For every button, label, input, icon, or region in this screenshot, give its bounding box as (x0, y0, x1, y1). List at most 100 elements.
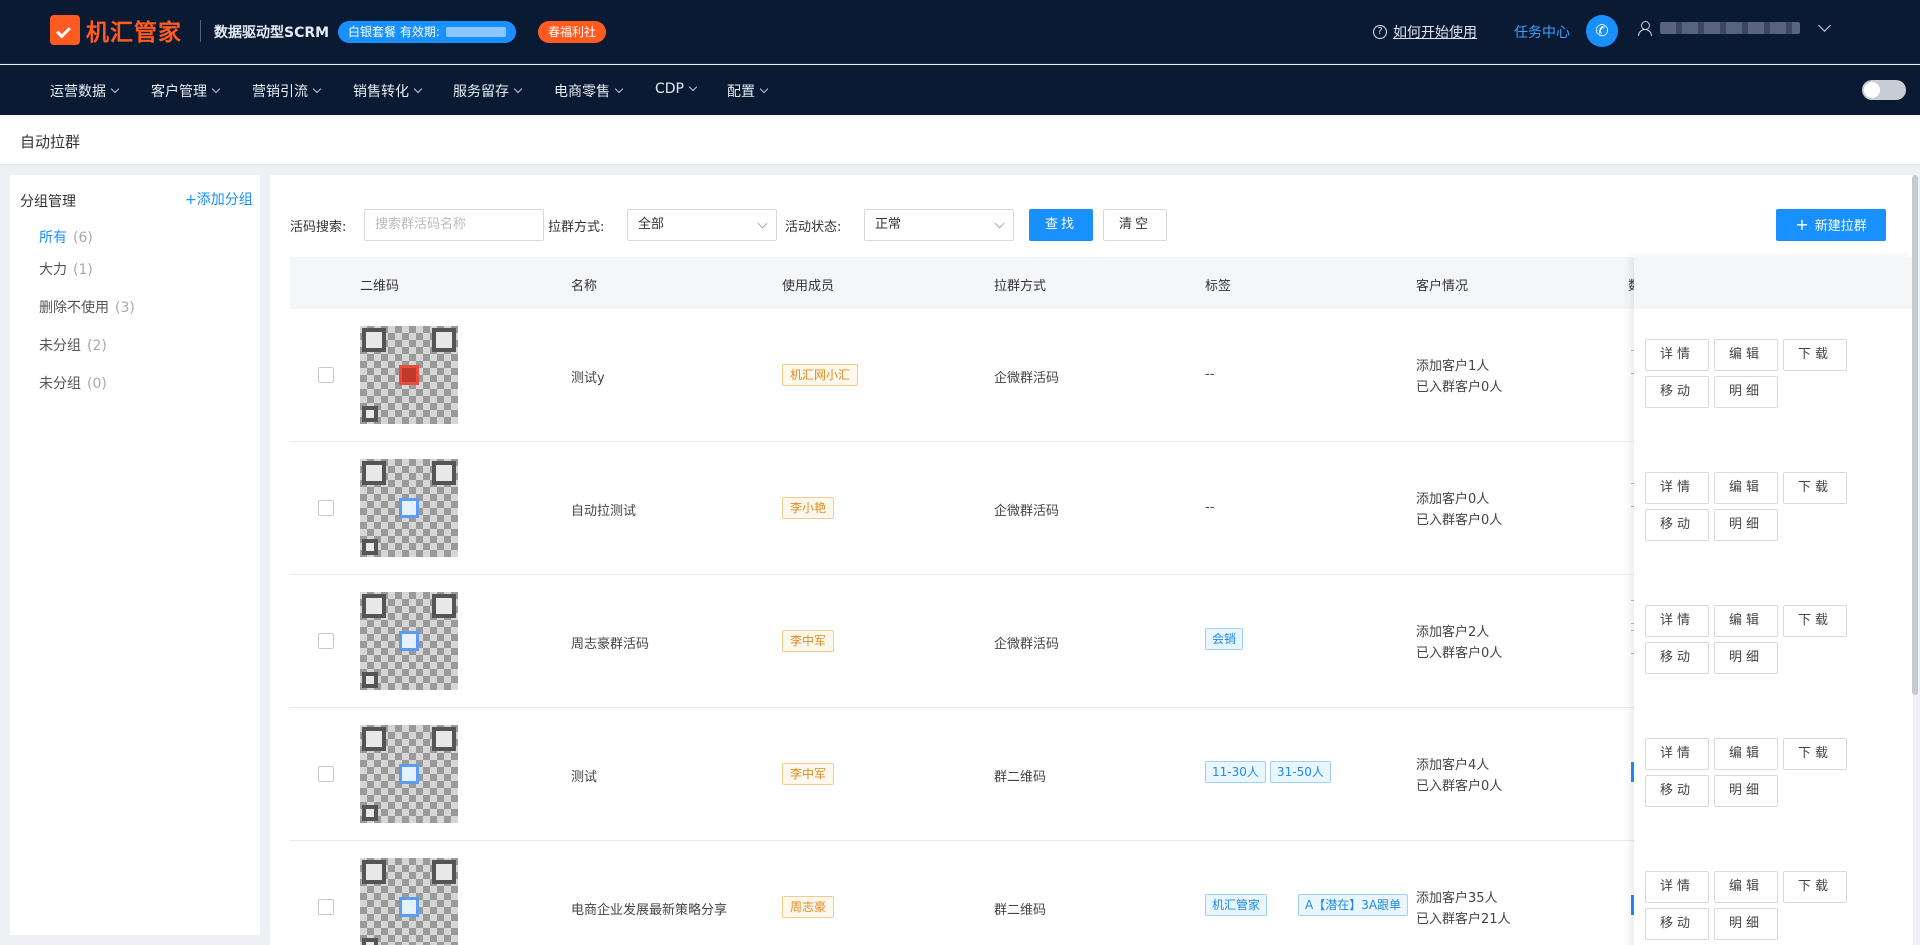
nav-item-ecommerce[interactable]: 电商零售 (554, 81, 624, 101)
main-panel: 活码搜索: 搜索群活码名称 拉群方式: 全部 活动状态: 正常 查找 清空 + 新… (270, 175, 1913, 945)
download-button[interactable]: 下载 (1783, 339, 1847, 371)
status-select[interactable]: 正常 (864, 209, 1014, 241)
group-panel: 分组管理 +添加分组 所有 (6) 大力 (1) 删除不使用 (3) 未分组 (2) 未… (10, 175, 260, 935)
chevron-down-icon (312, 84, 322, 94)
edit-button[interactable]: 编辑 (1714, 605, 1778, 637)
new-button-label: 新建拉群 (1814, 219, 1867, 234)
chevron-down-icon (513, 84, 523, 94)
added-count: 添加客户0人 (1416, 492, 1490, 507)
group-name: 大力 (39, 262, 67, 278)
nav-item-cdp[interactable]: CDP (655, 81, 698, 97)
breakdown-button[interactable]: 明细 (1714, 775, 1778, 807)
move-button[interactable]: 移动 (1645, 376, 1709, 408)
group-item-all[interactable]: 所有 (6) (39, 227, 93, 247)
row-name: 测试 (571, 770, 598, 785)
breakdown-button[interactable]: 明细 (1714, 908, 1778, 940)
row-name: 测试y (571, 371, 605, 386)
row-checkbox[interactable] (318, 500, 334, 516)
move-button[interactable]: 移动 (1645, 908, 1709, 940)
row-name: 自动拉测试 (571, 504, 637, 519)
breakdown-button[interactable]: 明细 (1714, 509, 1778, 541)
member-badge: 李小艳 (782, 497, 835, 519)
move-button[interactable]: 移动 (1645, 642, 1709, 674)
joined-count: 已入群客户0人 (1416, 779, 1503, 794)
welfare-badge[interactable]: 春福利社 (538, 21, 607, 43)
joined-count: 已入群客户0人 (1416, 513, 1503, 528)
edit-button[interactable]: 编辑 (1714, 871, 1778, 903)
new-group-button[interactable]: + 新建拉群 (1776, 209, 1886, 241)
task-center-link[interactable]: 任务中心 (1514, 22, 1570, 42)
nav-item-sales[interactable]: 销售转化 (353, 81, 423, 101)
group-item-ungrouped[interactable]: 未分组 (2) (39, 335, 107, 355)
nav-item-config[interactable]: 配置 (727, 81, 769, 101)
detail-button[interactable]: 详情 (1645, 472, 1709, 504)
theme-toggle[interactable] (1862, 80, 1906, 100)
customer-stats: 添加客户35人 已入群客户21人 (1416, 888, 1511, 930)
group-item-dali[interactable]: 大力 (1) (39, 259, 93, 279)
qr-corner (362, 539, 378, 555)
move-button[interactable]: 移动 (1645, 775, 1709, 807)
member-badge: 李中军 (782, 763, 835, 785)
tag-badge: A【潜在】3A跟单 (1298, 894, 1409, 916)
logo-subtitle: 数据驱动型SCRM (214, 25, 330, 41)
download-button[interactable]: 下载 (1783, 871, 1847, 903)
search-input[interactable]: 搜索群活码名称 (364, 209, 544, 241)
qr-center (399, 365, 419, 385)
breakdown-button[interactable]: 明细 (1714, 376, 1778, 408)
main-nav: 运营数据 客户管理 营销引流 销售转化 服务留存 电商零售 CDP 配置 (0, 65, 1920, 115)
row-checkbox[interactable] (318, 633, 334, 649)
nav-label: 销售转化 (353, 84, 409, 100)
operations-header (1634, 257, 1913, 309)
plan-badge[interactable]: 白银套餐 有效期: (338, 21, 516, 43)
qr-corner (362, 938, 378, 945)
method-select[interactable]: 全部 (627, 209, 777, 241)
download-button[interactable]: 下载 (1783, 472, 1847, 504)
row-checkbox[interactable] (318, 766, 334, 782)
user-menu[interactable] (1638, 19, 1831, 36)
edit-button[interactable]: 编辑 (1714, 738, 1778, 770)
nav-item-customers[interactable]: 客户管理 (151, 81, 221, 101)
row-method: 群二维码 (994, 770, 1047, 785)
add-group-button[interactable]: +添加分组 (185, 189, 253, 209)
detail-button[interactable]: 详情 (1645, 339, 1709, 371)
breakdown-button[interactable]: 明细 (1714, 642, 1778, 674)
download-button[interactable]: 下载 (1783, 738, 1847, 770)
added-count: 添加客户1人 (1416, 359, 1490, 374)
method-label: 拉群方式: (548, 220, 605, 235)
tag-badge: 31-50人 (1270, 761, 1331, 783)
nav-item-marketing[interactable]: 营销引流 (252, 81, 322, 101)
row-checkbox[interactable] (318, 367, 334, 383)
page-scrollbar[interactable] (1912, 175, 1918, 695)
detail-button[interactable]: 详情 (1645, 871, 1709, 903)
plan-expiry-redacted (445, 27, 506, 37)
nav-item-retention[interactable]: 服务留存 (453, 81, 523, 101)
help-link[interactable]: ? 如何开始使用 (1373, 22, 1477, 42)
qr-corner (362, 406, 378, 422)
group-item-deleted[interactable]: 删除不使用 (3) (39, 297, 135, 317)
user-name-redacted (1660, 22, 1800, 34)
chevron-down-icon (1818, 19, 1831, 32)
edit-button[interactable]: 编辑 (1714, 339, 1778, 371)
member-badge: 李中军 (782, 630, 835, 652)
edit-button[interactable]: 编辑 (1714, 472, 1778, 504)
joined-count: 已入群客户0人 (1416, 646, 1503, 661)
detail-button[interactable]: 详情 (1645, 605, 1709, 637)
col-name: 名称 (571, 279, 598, 294)
move-button[interactable]: 移动 (1645, 509, 1709, 541)
group-name: 所有 (39, 230, 67, 246)
row-checkbox[interactable] (318, 899, 334, 915)
detail-button[interactable]: 详情 (1645, 738, 1709, 770)
download-button[interactable]: 下载 (1783, 605, 1847, 637)
nav-item-operations[interactable]: 运营数据 (50, 81, 120, 101)
group-count: (0) (87, 376, 107, 392)
col-customers: 客户情况 (1416, 279, 1469, 294)
phone-icon[interactable]: ✆ (1586, 15, 1618, 47)
group-item-ungrouped-2[interactable]: 未分组 (0) (39, 373, 107, 393)
clear-button[interactable]: 清空 (1103, 209, 1167, 241)
logo[interactable]: 机汇管家 (50, 13, 182, 47)
chevron-down-icon (211, 84, 221, 94)
row-name: 周志豪群活码 (571, 637, 650, 652)
group-count: (2) (87, 338, 107, 354)
row-name: 电商企业发展最新策略分享 (571, 903, 728, 918)
search-button[interactable]: 查找 (1029, 209, 1093, 241)
